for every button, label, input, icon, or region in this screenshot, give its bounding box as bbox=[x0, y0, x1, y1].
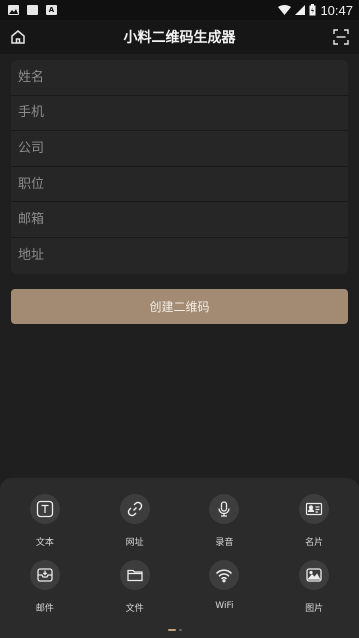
notification-gallery-icon bbox=[8, 5, 19, 15]
microphone-icon-circle bbox=[209, 494, 240, 524]
tool-label: 文件 bbox=[125, 604, 144, 614]
signal-icon bbox=[295, 5, 306, 15]
tool-recording[interactable]: 录音 bbox=[180, 494, 270, 548]
link-icon bbox=[127, 501, 142, 517]
phone-field[interactable] bbox=[18, 95, 348, 131]
tool-label: 文本 bbox=[35, 538, 54, 548]
image-icon-circle bbox=[299, 560, 330, 590]
contact-form bbox=[11, 60, 348, 274]
notification-file-icon bbox=[27, 5, 38, 15]
wifi-icon-circle bbox=[209, 560, 240, 590]
folder-icon bbox=[126, 569, 143, 582]
page-indicator bbox=[168, 629, 182, 631]
tool-panel: 文本 网址 录音 名片 邮件 文件 WiFi 图片 bbox=[0, 478, 359, 638]
name-field[interactable] bbox=[18, 60, 348, 95]
tool-link[interactable]: 网址 bbox=[90, 494, 180, 548]
tool-label: 网址 bbox=[125, 538, 144, 548]
tool-file[interactable]: 文件 bbox=[90, 560, 180, 614]
tool-wifi[interactable]: WiFi bbox=[180, 560, 270, 614]
status-time: 10:47 bbox=[320, 2, 353, 18]
company-field-row bbox=[11, 131, 348, 167]
home-icon bbox=[11, 30, 25, 44]
email-field[interactable] bbox=[18, 202, 348, 237]
business-card-icon bbox=[306, 502, 323, 516]
scan-icon bbox=[333, 29, 349, 45]
wifi-icon bbox=[216, 569, 233, 583]
tool-text[interactable]: 文本 bbox=[0, 494, 90, 548]
notification-app-icon: A bbox=[46, 5, 57, 15]
status-bar: A 10:47 bbox=[0, 0, 359, 20]
email-icon bbox=[37, 568, 53, 582]
wifi-status-icon bbox=[278, 5, 292, 15]
position-field[interactable] bbox=[18, 166, 348, 202]
email-icon-circle bbox=[29, 560, 60, 590]
tool-business-card[interactable]: 名片 bbox=[269, 494, 359, 548]
tool-email[interactable]: 邮件 bbox=[0, 560, 90, 614]
page-title: 小料二维码生成器 bbox=[123, 30, 236, 46]
phone-field-row bbox=[11, 95, 348, 132]
link-icon-circle bbox=[119, 494, 150, 524]
create-qrcode-button[interactable]: 创建二维码 bbox=[11, 289, 348, 324]
tool-label: 邮件 bbox=[35, 604, 54, 614]
business-card-icon-circle bbox=[299, 494, 330, 524]
tool-label: 图片 bbox=[305, 604, 324, 614]
text-icon bbox=[36, 500, 54, 518]
scan-button[interactable] bbox=[331, 27, 351, 47]
tool-image[interactable]: 图片 bbox=[269, 560, 359, 614]
text-icon-circle bbox=[29, 494, 60, 524]
email-field-row bbox=[11, 202, 348, 238]
microphone-icon bbox=[218, 501, 231, 517]
home-button[interactable] bbox=[8, 27, 28, 47]
address-field[interactable] bbox=[18, 237, 348, 274]
company-field[interactable] bbox=[18, 131, 348, 166]
image-icon bbox=[306, 568, 322, 582]
title-bar: 小料二维码生成器 bbox=[0, 20, 359, 54]
page-dot bbox=[179, 629, 182, 631]
tool-label: WiFi bbox=[215, 601, 234, 611]
tool-label: 录音 bbox=[215, 538, 234, 548]
folder-icon-circle bbox=[119, 560, 150, 590]
battery-icon bbox=[309, 4, 316, 16]
name-field-row bbox=[11, 60, 348, 96]
page-dot-active bbox=[168, 629, 176, 631]
tool-label: 名片 bbox=[305, 538, 324, 548]
position-field-row bbox=[11, 166, 348, 203]
address-field-row bbox=[11, 237, 348, 274]
